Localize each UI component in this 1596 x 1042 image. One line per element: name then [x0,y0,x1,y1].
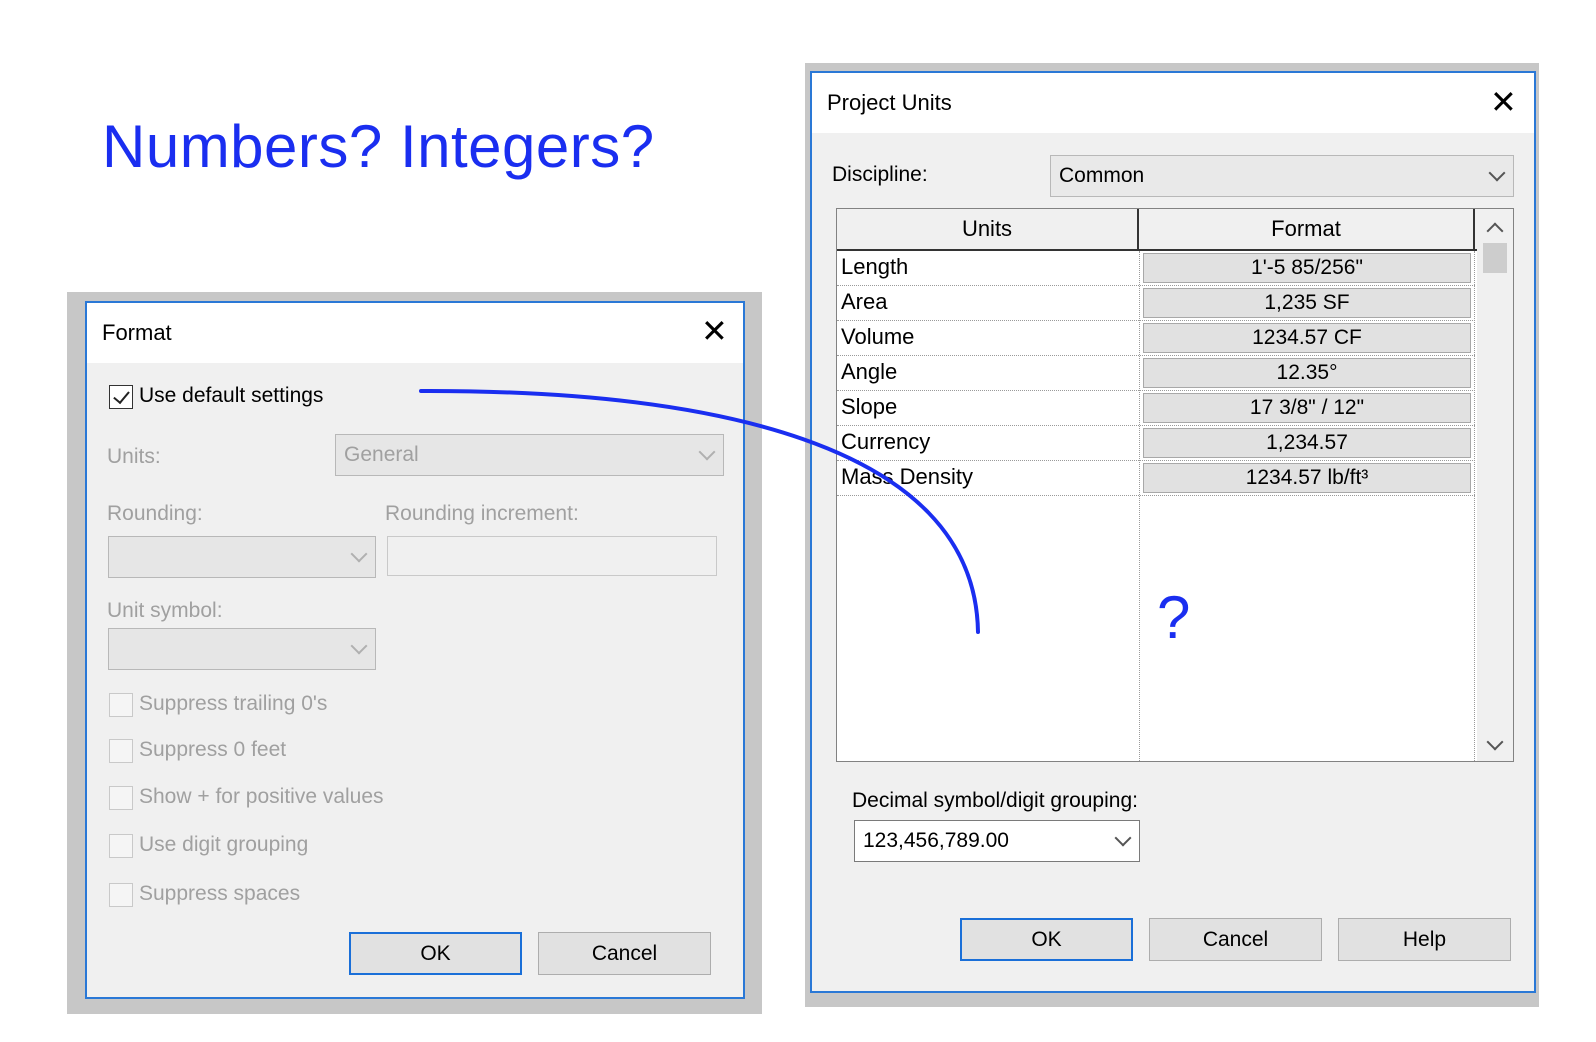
format-cell-button[interactable]: 1,234.57 [1143,428,1471,458]
scroll-down-icon[interactable] [1486,733,1504,751]
table-row[interactable]: Slope 17 3/8" / 12" [837,391,1475,426]
format-titlebar: Format ✕ [87,303,743,363]
table-row[interactable]: Currency 1,234.57 [837,426,1475,461]
checkbox-checked-icon [109,385,133,409]
chevron-down-icon [698,443,716,461]
scroll-up-icon[interactable] [1486,222,1504,240]
unit-symbol-combo[interactable] [108,628,376,670]
format-dialog-title: Format [102,320,172,345]
checkbox-icon [109,693,133,717]
chevron-down-icon [350,545,368,563]
unit-cell: Currency [841,429,931,454]
format-column-header[interactable]: Format [1139,209,1475,249]
project-units-help-button[interactable]: Help [1338,918,1511,961]
unit-cell: Slope [841,394,898,419]
option-label: Suppress spaces [139,882,301,905]
option-label: Suppress 0 feet [139,738,287,761]
format-cell-button[interactable]: 1234.57 lb/ft³ [1143,463,1471,493]
close-icon[interactable]: ✕ [1490,86,1517,118]
slide-title: Numbers? Integers? [102,113,655,180]
unit-cell: Length [841,254,909,279]
format-cell-button[interactable]: 1234.57 CF [1143,323,1471,353]
units-table: Units Format Length 1'-5 85/256" Area 1,… [836,208,1514,762]
units-label: Units: [107,445,161,468]
use-digit-grouping-checkbox[interactable]: Use digit grouping [109,833,409,862]
project-units-titlebar: Project Units ✕ [812,73,1534,133]
format-cell-button[interactable]: 17 3/8" / 12" [1143,393,1471,423]
unit-cell: Area [841,289,888,314]
format-ok-button[interactable]: OK [349,932,522,975]
use-default-settings-label: Use default settings [139,384,324,407]
scrollbar-thumb[interactable] [1483,243,1507,273]
use-default-settings-checkbox[interactable]: Use default settings [109,384,409,413]
show-plus-checkbox[interactable]: Show + for positive values [109,785,429,814]
suppress-zero-feet-checkbox[interactable]: Suppress 0 feet [109,738,409,767]
decimal-symbol-label: Decimal symbol/digit grouping: [852,789,1138,812]
chevron-down-icon [1114,829,1132,847]
units-table-header: Units Format [837,209,1477,251]
decimal-symbol-combo[interactable]: 123,456,789.00 [854,820,1140,862]
unit-symbol-label: Unit symbol: [107,599,223,622]
suppress-spaces-checkbox[interactable]: Suppress spaces [109,882,409,911]
units-table-scrollbar[interactable] [1477,209,1513,761]
decimal-symbol-value: 123,456,789.00 [863,829,1009,852]
checkbox-icon [109,883,133,907]
close-icon[interactable]: ✕ [701,315,728,347]
option-label: Show + for positive values [139,785,384,808]
format-cancel-button[interactable]: Cancel [538,932,711,975]
option-label: Suppress trailing 0's [139,692,328,715]
chevron-down-icon [350,637,368,655]
units-combo[interactable]: General [335,434,724,476]
checkbox-icon [109,739,133,763]
format-dialog: Format ✕ Use default settings Units: Gen… [85,301,745,999]
units-column-header[interactable]: Units [837,209,1139,249]
discipline-value: Common [1059,164,1145,187]
table-row[interactable]: Area 1,235 SF [837,286,1475,321]
rounding-increment-label: Rounding increment: [385,502,579,525]
question-mark-annotation: ? [1157,584,1191,651]
checkbox-icon [109,786,133,810]
suppress-trailing-zeros-checkbox[interactable]: Suppress trailing 0's [109,692,409,721]
table-row[interactable]: Mass Density 1234.57 lb/ft³ [837,461,1475,496]
project-units-title: Project Units [827,90,952,115]
checkbox-icon [109,834,133,858]
unit-cell: Angle [841,359,898,384]
rounding-increment-input[interactable] [387,536,717,576]
rounding-combo[interactable] [108,536,376,578]
format-cell-button[interactable]: 1,235 SF [1143,288,1471,318]
unit-cell: Mass Density [841,464,974,489]
table-row[interactable]: Volume 1234.57 CF [837,321,1475,356]
discipline-label: Discipline: [832,163,928,186]
table-row[interactable]: Length 1'-5 85/256" [837,251,1475,286]
project-units-cancel-button[interactable]: Cancel [1149,918,1322,961]
rounding-label: Rounding: [107,502,203,525]
option-label: Use digit grouping [139,833,309,856]
chevron-down-icon [1488,164,1506,182]
discipline-combo[interactable]: Common [1050,155,1514,197]
project-units-ok-button[interactable]: OK [960,918,1133,961]
format-cell-button[interactable]: 1'-5 85/256" [1143,253,1471,283]
unit-cell: Volume [841,324,915,349]
project-units-dialog: Project Units ✕ Discipline: Common Units… [810,71,1536,993]
format-cell-button[interactable]: 12.35° [1143,358,1471,388]
units-combo-value: General [344,443,419,466]
table-row[interactable]: Angle 12.35° [837,356,1475,391]
